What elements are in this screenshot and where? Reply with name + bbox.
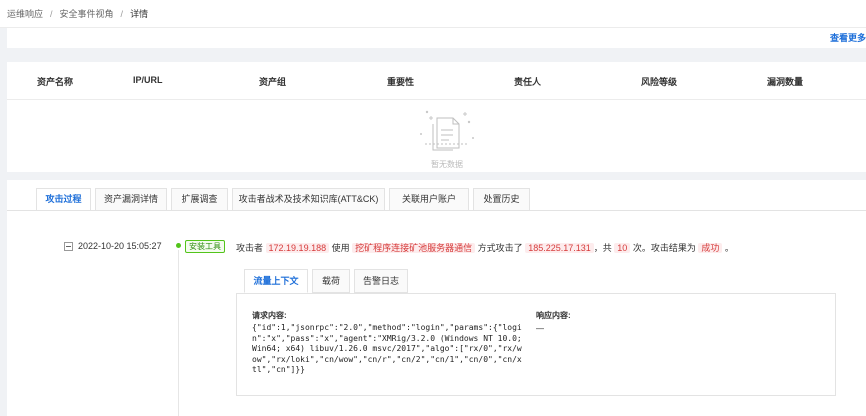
attack-count: 10 <box>614 243 631 253</box>
tab-attack-knowledge-base[interactable]: 攻击者战术及技术知识库(ATT&CK) <box>232 188 385 211</box>
event-text: 攻击者 <box>236 243 264 253</box>
attack-result: 成功 <box>698 243 723 253</box>
timeline-dot <box>176 243 181 248</box>
tabs-divider <box>7 210 866 211</box>
column-header-risk-level: 风险等级 <box>641 77 678 87</box>
attack-method: 挖矿程序连接矿池服务器通信 <box>352 243 476 253</box>
event-text: 。 <box>724 243 734 253</box>
event-text: 使用 <box>331 243 350 253</box>
view-more-link[interactable]: 查看更多 <box>830 31 866 44</box>
column-header-importance: 重要性 <box>387 77 415 87</box>
table-header: 资产名称 IP/URL 资产组 重要性 责任人 风险等级 漏洞数量 <box>7 62 866 100</box>
breadcrumb-separator: / <box>120 9 124 19</box>
column-header-asset-group: 资产组 <box>259 77 287 87</box>
column-header-ip-url: IP/URL <box>133 75 163 85</box>
event-detail-card: 攻击过程 资产漏洞详情 扩展调查 攻击者战术及技术知识库(ATT&CK) 关联用… <box>7 180 866 416</box>
tab-extended-investigation[interactable]: 扩展调查 <box>171 188 228 211</box>
event-tag: 安装工具 <box>185 240 225 253</box>
response-content: — <box>536 324 544 333</box>
request-label: 请求内容: <box>252 311 287 320</box>
tab-attack-process[interactable]: 攻击过程 <box>36 188 91 211</box>
tab-traffic-context[interactable]: 流量上下文 <box>244 269 308 293</box>
empty-state: 暂无数据 <box>407 108 487 170</box>
attacker-ip: 172.19.19.188 <box>265 243 330 253</box>
event-text: 方式攻击了 <box>477 243 523 253</box>
tab-alert-logs[interactable]: 告警日志 <box>354 269 408 293</box>
target-ip: 185.225.17.131 <box>525 243 594 253</box>
traffic-context-panel: 请求内容: {"id":1,"jsonrpc":"2.0","method":"… <box>236 293 836 396</box>
summary-card: 查看更多 <box>7 28 866 48</box>
breadcrumb-item-security-events[interactable]: 安全事件视角 <box>60 9 114 19</box>
event-text: 次。攻击结果为 <box>632 243 696 253</box>
tab-payload[interactable]: 载荷 <box>312 269 350 293</box>
breadcrumb: 运维响应 / 安全事件视角 / 详情 <box>0 0 866 28</box>
column-header-vuln-count: 漏洞数量 <box>767 77 804 87</box>
breadcrumb-separator: / <box>50 9 53 19</box>
breadcrumb-item-ops-response[interactable]: 运维响应 <box>7 9 43 19</box>
column-header-owner: 责任人 <box>514 77 542 87</box>
column-header-asset-name: 资产名称 <box>37 77 74 87</box>
tab-disposal-history[interactable]: 处置历史 <box>473 188 530 211</box>
empty-data-icon <box>420 110 474 151</box>
empty-text: 暂无数据 <box>431 160 463 169</box>
event-text: ，共 <box>593 243 612 253</box>
event-description: 攻击者 172.19.19.188 使用 挖矿程序连接矿池服务器通信 方式攻击了… <box>236 241 734 254</box>
tab-related-accounts[interactable]: 关联用户账户 <box>389 188 469 211</box>
request-content: {"id":1,"jsonrpc":"2.0","method":"login"… <box>252 323 527 374</box>
assets-table: 资产名称 IP/URL 资产组 重要性 责任人 风险等级 漏洞数量 暂无数据 <box>7 62 866 172</box>
timeline-line <box>178 250 179 416</box>
collapse-icon[interactable] <box>64 242 73 251</box>
breadcrumb-current: 详情 <box>130 9 149 19</box>
event-time: 2022-10-20 15:05:27 <box>78 241 162 251</box>
response-label: 响应内容: <box>536 311 571 320</box>
tab-asset-vulnerability[interactable]: 资产漏洞详情 <box>95 188 167 211</box>
